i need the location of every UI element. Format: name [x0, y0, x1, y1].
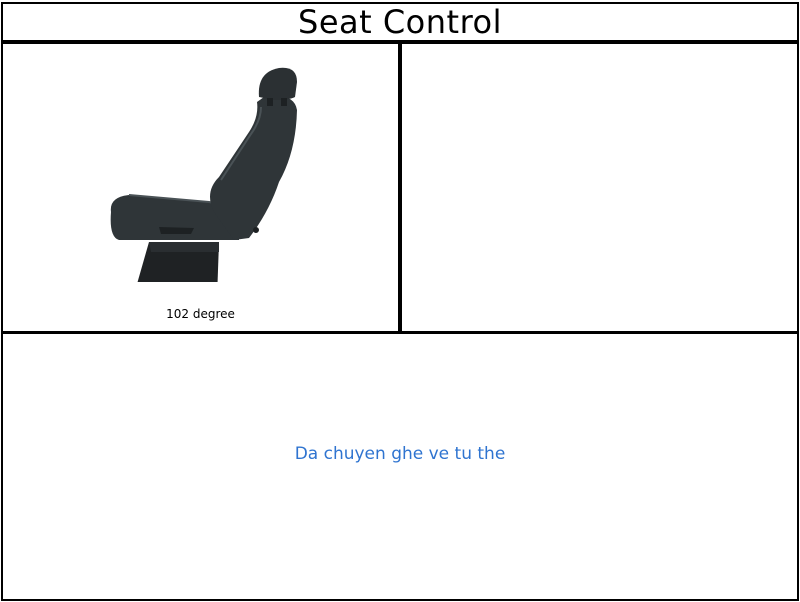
empty-panel: [400, 42, 799, 333]
car-seat-icon: [99, 62, 309, 298]
seat-panel: 102 degree: [1, 42, 400, 333]
title-bar: Seat Control: [1, 2, 799, 42]
status-panel: Da chuyen ghe ve tu the: [1, 332, 799, 601]
seat-angle-label: 102 degree: [166, 307, 235, 321]
status-message: Da chuyen ghe ve tu the: [294, 444, 506, 464]
page-title: Seat Control: [298, 3, 502, 41]
